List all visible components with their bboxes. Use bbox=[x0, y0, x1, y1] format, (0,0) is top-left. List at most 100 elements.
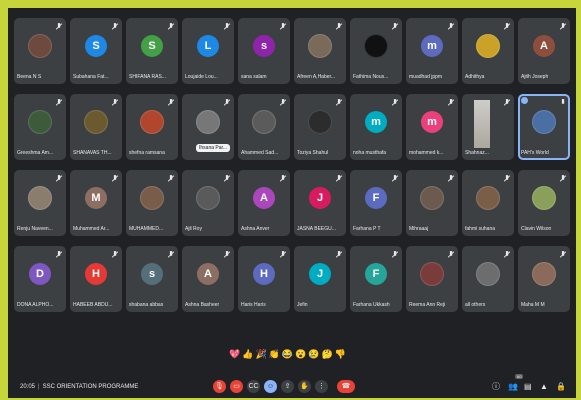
mic-off-icon: ▮ bbox=[113, 99, 117, 105]
participant-tile[interactable]: D ▮ DONA ALPHO... bbox=[14, 246, 66, 312]
mic-off-icon: ▮ bbox=[449, 23, 453, 29]
participant-tile[interactable]: J ▮ Jefin bbox=[294, 246, 346, 312]
activities-button[interactable]: ▲ bbox=[540, 382, 548, 392]
participant-tile[interactable]: ▮ MUHAMMED... bbox=[126, 170, 178, 236]
participant-tile[interactable]: ▮ Greeshma Am... bbox=[14, 94, 66, 160]
reaction-emoji[interactable]: 😂 bbox=[282, 347, 293, 361]
mic-off-icon: ▮ bbox=[505, 99, 509, 105]
profile-photo bbox=[476, 185, 500, 210]
meeting-title: SSC ORIENTATION PROGRAMME bbox=[42, 384, 139, 390]
participant-tile[interactable]: ▮ Shahnaz... bbox=[462, 94, 514, 160]
participant-name: MUHAMMED... bbox=[129, 226, 164, 232]
avatar-initial: A bbox=[253, 186, 275, 209]
participant-tile[interactable]: m ▮ muadhad jppm bbox=[406, 18, 458, 84]
camera-off-icon: ▭ bbox=[233, 383, 240, 390]
profile-photo bbox=[364, 33, 388, 58]
reaction-emoji[interactable]: 😢 bbox=[308, 347, 319, 361]
mic-off-icon: ▮ bbox=[281, 23, 285, 29]
more-options-button[interactable]: ⋮ bbox=[315, 380, 328, 393]
participant-tile[interactable]: ▮ SHANAVAS TH... bbox=[70, 94, 122, 160]
reaction-emoji[interactable]: 🎉 bbox=[255, 347, 266, 361]
mic-off-icon: ▮ bbox=[337, 175, 341, 181]
participant-tile[interactable]: ▮ fahmi suhana bbox=[462, 170, 514, 236]
people-icon: 👥 bbox=[508, 382, 518, 391]
mic-button[interactable]: 🎙 bbox=[213, 380, 226, 393]
participant-tile[interactable]: M ▮ Muhammed Ar... bbox=[70, 170, 122, 236]
mic-off-icon: ▮ bbox=[57, 99, 61, 105]
participant-tile[interactable]: A ▮ Ashna Basheer bbox=[182, 246, 234, 312]
participant-tile[interactable]: ▮ Ahammed Sad... bbox=[238, 94, 290, 160]
raise-hand-button[interactable]: ✋ bbox=[298, 380, 311, 393]
avatar-initial: D bbox=[29, 262, 51, 285]
participant-name: Fathima Nous... bbox=[353, 74, 389, 80]
captions-button[interactable]: CC bbox=[247, 380, 260, 393]
participant-tile[interactable]: ▮ Adhithya bbox=[462, 18, 514, 84]
profile-photo bbox=[140, 109, 164, 134]
meeting-details-button[interactable]: ⓘ bbox=[492, 382, 500, 392]
participant-tile[interactable]: ▮ Ajil Roy bbox=[182, 170, 234, 236]
participant-tile[interactable]: ▮ Toziya Shahul bbox=[294, 94, 346, 160]
participant-name: Ashna Basheer bbox=[185, 302, 220, 308]
reactions-button[interactable]: ☺ bbox=[264, 380, 277, 393]
avatar-initial: L bbox=[197, 34, 219, 57]
participant-tile[interactable]: ▮ all others bbox=[462, 246, 514, 312]
participant-tile[interactable]: m ▮ mohammed k... bbox=[406, 94, 458, 160]
host-controls-button[interactable]: 🔒 bbox=[556, 382, 566, 392]
participant-name: Mihraaaj bbox=[409, 226, 429, 232]
mic-off-icon: ▮ bbox=[561, 23, 565, 29]
participant-tile[interactable]: F ▮ Farhana P T bbox=[350, 170, 402, 236]
avatar-initial: F bbox=[365, 262, 387, 285]
camera-button[interactable]: ▭ bbox=[230, 380, 243, 393]
participant-tile[interactable]: ▮ Reema Ann Reji bbox=[406, 246, 458, 312]
end-call-button[interactable]: ☎ bbox=[337, 380, 355, 393]
meeting-time: 20:05 bbox=[20, 384, 36, 390]
mic-off-icon: ▮ bbox=[225, 175, 229, 181]
profile-photo bbox=[196, 109, 220, 134]
participant-tile[interactable]: s ▮ shabana abbas bbox=[126, 246, 178, 312]
participant-tile[interactable]: ▮ Renju Naveen... bbox=[14, 170, 66, 236]
reaction-emoji[interactable]: 💖 bbox=[229, 347, 240, 361]
chat-button[interactable]: ▤ bbox=[524, 382, 532, 392]
participant-tile[interactable]: S ▮ Subahana Fat... bbox=[70, 18, 122, 84]
profile-photo bbox=[308, 109, 332, 134]
participant-tile[interactable]: s ▮ sana salam bbox=[238, 18, 290, 84]
participant-tile[interactable]: ▮ Clavin Wilson bbox=[518, 170, 570, 236]
present-icon: ⇪ bbox=[284, 383, 291, 390]
reaction-emoji[interactable]: 🤔 bbox=[322, 347, 333, 361]
reaction-emoji[interactable]: 😮 bbox=[295, 347, 306, 361]
participant-tile[interactable]: m ▮ noha musthafa bbox=[350, 94, 402, 160]
participant-tile[interactable]: F ▮ Farhana Ukkash bbox=[350, 246, 402, 312]
avatar-initial: m bbox=[365, 110, 387, 133]
participant-name: Farhana P T bbox=[353, 226, 381, 232]
mic-off-icon: ▮ bbox=[225, 99, 229, 105]
participant-tile[interactable]: L ▮ Loujaide Lou... bbox=[182, 18, 234, 84]
participant-tile[interactable]: A ▮ Ajith Joseph bbox=[518, 18, 570, 84]
participant-tile[interactable]: ▮ shefna ramsana bbox=[126, 94, 178, 160]
participant-tile[interactable]: ▮ Afreen A,Haber... bbox=[294, 18, 346, 84]
participant-tile[interactable]: ▮ Beena N S bbox=[14, 18, 66, 84]
participant-tile[interactable]: H ▮ Haris Haris bbox=[238, 246, 290, 312]
participant-tile[interactable]: S ▮ SHIFANA RAS... bbox=[126, 18, 178, 84]
participant-name: HABEEB ABDU... bbox=[73, 302, 113, 308]
participant-name: shabana abbas bbox=[129, 302, 164, 308]
participant-tile[interactable]: A ▮ Ashna Anver bbox=[238, 170, 290, 236]
mic-on-icon: ▮ bbox=[561, 99, 565, 105]
reaction-emoji[interactable]: 👍 bbox=[242, 347, 253, 361]
people-button[interactable]: 👥 bbox=[508, 382, 518, 392]
participant-tile[interactable]: ▮ Mihraaaj bbox=[406, 170, 458, 236]
participant-tile[interactable]: ▮ Fathima Nous... bbox=[350, 18, 402, 84]
shapes-icon: ▲ bbox=[540, 382, 548, 391]
reaction-emoji[interactable]: 👏 bbox=[269, 347, 280, 361]
participant-tile[interactable]: ▮ Maha M M bbox=[518, 246, 570, 312]
participant-tile[interactable]: J ▮ JASNA BEEGU... bbox=[294, 170, 346, 236]
participant-tile[interactable]: ▮ Ihsana Par... bbox=[182, 94, 234, 160]
mic-off-icon: ▮ bbox=[393, 23, 397, 29]
reaction-emoji[interactable]: 👎 bbox=[335, 347, 346, 361]
mic-off-icon: ▮ bbox=[337, 23, 341, 29]
profile-photo bbox=[252, 109, 276, 134]
participant-tile[interactable]: ▮ PAH's World bbox=[518, 94, 570, 160]
avatar-initial: s bbox=[253, 34, 275, 57]
present-button[interactable]: ⇪ bbox=[281, 380, 294, 393]
participant-tile[interactable]: H ▮ HABEEB ABDU... bbox=[70, 246, 122, 312]
participant-name: sana salam bbox=[241, 74, 267, 80]
